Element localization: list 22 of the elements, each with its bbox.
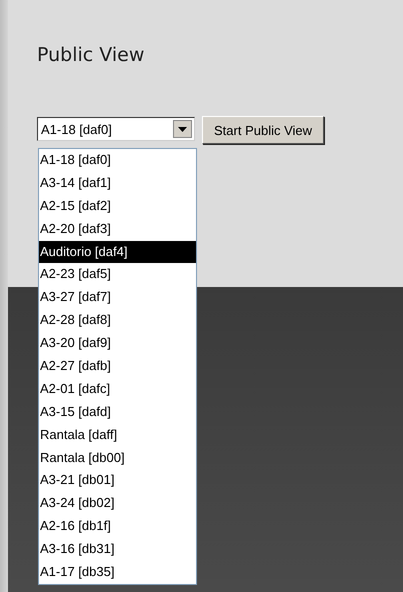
dropdown-option[interactable]: A2-20 [daf3] (39, 218, 196, 241)
start-public-view-button[interactable]: Start Public View (202, 116, 324, 144)
dropdown-option[interactable]: A3-24 [db02] (39, 492, 196, 516)
dropdown-option[interactable]: A1-18 [daf0] (39, 149, 196, 172)
dropdown-option[interactable]: Auditorio [daf4] (39, 240, 196, 264)
dropdown-option[interactable]: A1-17 [db35] (39, 561, 196, 584)
dropdown-option[interactable]: A2-27 [dafb] (39, 355, 196, 378)
dropdown-option[interactable]: A2-16 [db1f] (39, 515, 196, 538)
dropdown-option[interactable]: A3-27 [daf7] (39, 286, 196, 310)
dropdown-option[interactable]: A3-14 [daf1] (39, 172, 196, 195)
room-dropdown[interactable]: A1-18 [daf0] (37, 117, 195, 141)
dropdown-option[interactable]: A3-15 [dafd] (39, 400, 196, 424)
dropdown-option[interactable]: A2-28 [daf8] (39, 309, 196, 332)
dropdown-option[interactable]: A3-16 [db31] (39, 538, 196, 562)
dropdown-option[interactable]: A3-21 [db01] (39, 469, 196, 492)
dropdown-option[interactable]: A2-23 [daf5] (39, 263, 196, 286)
dropdown-option[interactable]: A2-15 [daf2] (39, 194, 196, 218)
dropdown-option[interactable]: A3-20 [daf9] (39, 332, 196, 356)
dropdown-option[interactable]: Rantala [db00] (39, 446, 196, 470)
dropdown-option[interactable]: Rantala [daff] (39, 424, 196, 447)
dropdown-option[interactable]: A2-01 [dafc] (39, 378, 196, 401)
page-title: Public View (37, 44, 146, 66)
